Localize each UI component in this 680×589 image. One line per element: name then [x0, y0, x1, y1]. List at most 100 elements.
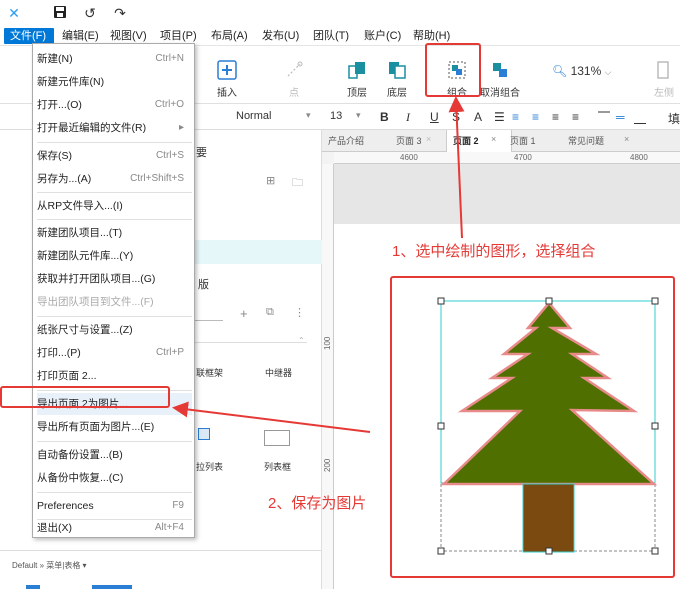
- zoom-value: 131%: [570, 64, 602, 78]
- more-icon[interactable]: ⋮: [294, 306, 305, 319]
- menu-help[interactable]: 帮助(H): [413, 28, 450, 44]
- menu-item-recent[interactable]: 打开最近编辑的文件(R) ▸: [37, 117, 192, 139]
- align-left-button[interactable]: 左侧: [652, 60, 676, 99]
- zoom-control[interactable]: 🔍︎ 131% ⌵: [552, 64, 611, 78]
- menu-item-page-setup[interactable]: 纸张尺寸与设置...(Z): [37, 319, 192, 341]
- selected-page-row[interactable]: [195, 240, 322, 264]
- ruler-tick-label: 4700: [514, 153, 532, 162]
- close-icon[interactable]: ×: [426, 134, 431, 144]
- menu-layout[interactable]: 布局(A): [211, 28, 248, 44]
- footer-indicator: [26, 585, 40, 589]
- menu-file[interactable]: 文件(F): [4, 28, 54, 44]
- menu-item-new-team-project[interactable]: 新建团队项目...(T): [37, 222, 192, 244]
- dropdown-widget-icon: [198, 428, 210, 440]
- folder-icon[interactable]: 🗀: [292, 174, 303, 193]
- page-tabs: 产品介绍 页面 3 × 页面 2 × 页面 1 常见问题 ×: [322, 130, 680, 152]
- valign-bottom-icon[interactable]: ⎽: [634, 110, 646, 125]
- menu-item-print[interactable]: 打印...(P) Ctrl+P: [37, 342, 192, 364]
- menu-item-label: 新建元件库(N): [37, 76, 105, 88]
- menu-separator: [37, 192, 192, 193]
- duplicate-icon[interactable]: ⧉: [266, 306, 274, 319]
- menu-item-shortcut: Ctrl+Shift+S: [130, 173, 184, 184]
- widget-droplist[interactable]: 拉列表: [196, 460, 223, 473]
- valign-middle-icon[interactable]: ═: [616, 110, 625, 124]
- menu-item-new-library[interactable]: 新建元件库(N): [37, 71, 192, 93]
- italic-button[interactable]: I: [406, 110, 410, 125]
- tab-faq[interactable]: 常见问题: [568, 134, 604, 147]
- tab-page-1[interactable]: 页面 1: [510, 134, 536, 147]
- menu-item-exit[interactable]: 退出(X) Alt+F4: [37, 517, 192, 539]
- font-size-select[interactable]: 13: [330, 110, 342, 122]
- widget-inline-frame[interactable]: 联框架: [196, 366, 223, 379]
- library-title: 版: [198, 279, 209, 291]
- widget-listbox[interactable]: 列表框: [264, 460, 291, 473]
- horizontal-ruler: 4600 4700 4800: [334, 152, 680, 164]
- tab-page-3[interactable]: 页面 3: [396, 134, 422, 147]
- file-menu-dropdown: 新建(N) Ctrl+N 新建元件库(N) 打开...(O) Ctrl+O 打开最近…: [32, 43, 195, 538]
- strikethrough-button[interactable]: S: [452, 110, 460, 124]
- insert-button[interactable]: 插入: [212, 60, 242, 99]
- menu-item-new[interactable]: 新建(N) Ctrl+N: [37, 48, 192, 70]
- library-footer[interactable]: Default » 菜单|表格 ▾: [12, 560, 87, 571]
- align-center-text-icon[interactable]: ≡: [532, 110, 539, 124]
- bold-button[interactable]: B: [380, 110, 389, 124]
- send-to-back-icon: [389, 62, 406, 79]
- menu-item-import-rp[interactable]: 从RP文件导入...(I): [37, 195, 192, 217]
- footer-indicator: [92, 585, 132, 589]
- menu-item-export-all-images[interactable]: 导出所有页面为图片...(E): [37, 416, 192, 438]
- widget-repeater[interactable]: 中继器: [265, 366, 292, 379]
- menu-item-restore-backup[interactable]: 从备份中恢复...(C): [37, 467, 192, 489]
- style-select[interactable]: Normal: [236, 110, 271, 122]
- menu-item-export-team-project: 导出团队项目到文件...(F): [37, 291, 192, 313]
- close-icon[interactable]: ×: [491, 134, 496, 144]
- undo-icon[interactable]: ↺: [82, 5, 98, 21]
- menu-item-save-as[interactable]: 另存为...(A) Ctrl+Shift+S: [37, 168, 192, 190]
- menu-item-label: 打开最近编辑的文件(R): [37, 122, 147, 134]
- chevron-down-icon: ▾: [306, 110, 311, 120]
- menu-item-save[interactable]: 保存(S) Ctrl+S: [37, 145, 192, 167]
- valign-top-icon[interactable]: ⎺: [598, 110, 610, 125]
- add-page-icon[interactable]: ⊞: [266, 174, 275, 187]
- annotation-step-2: 2、保存为图片: [268, 495, 367, 512]
- menu-project[interactable]: 项目(P): [160, 28, 197, 44]
- menu-item-backup-settings[interactable]: 自动备份设置...(B): [37, 444, 192, 466]
- menu-separator: [37, 441, 192, 442]
- menu-separator: [37, 219, 192, 220]
- menu-item-preferences[interactable]: Preferences F9: [37, 495, 192, 517]
- menu-item-print-page-2[interactable]: 打印页面 2...: [37, 365, 192, 387]
- save-icon[interactable]: [52, 5, 68, 21]
- tab-product[interactable]: 产品介绍: [328, 134, 364, 147]
- add-icon[interactable]: +: [240, 306, 248, 321]
- underline-button[interactable]: U: [430, 110, 439, 124]
- font-color-button[interactable]: A: [474, 110, 482, 124]
- menu-view[interactable]: 视图(V): [110, 28, 147, 44]
- menu-item-shortcut: Ctrl+O: [154, 99, 184, 110]
- menu-edit[interactable]: 编辑(E): [62, 28, 99, 44]
- menu-item-open[interactable]: 打开...(O) Ctrl+O: [37, 94, 192, 116]
- highlight-group-button: [425, 43, 481, 97]
- align-right-text-icon[interactable]: ≡: [552, 110, 559, 124]
- point-icon: [287, 61, 303, 77]
- redo-icon[interactable]: ↷: [112, 5, 128, 21]
- menu-publish[interactable]: 发布(U): [262, 28, 299, 44]
- menu-item-shortcut: Alt+F4: [154, 522, 184, 533]
- ungroup-button[interactable]: 取消组合: [478, 60, 522, 99]
- ruler-tick-label: 200: [323, 458, 332, 472]
- menu-item-label: 纸张尺寸与设置...(Z): [37, 324, 133, 336]
- chevron-down-icon: ▾: [356, 110, 361, 120]
- justify-text-icon[interactable]: ≡: [572, 110, 579, 124]
- text-list-icon[interactable]: ☰: [494, 110, 505, 124]
- top-layer-button[interactable]: 顶层: [342, 60, 372, 99]
- tab-page-2-active[interactable]: 页面 2 ×: [446, 130, 512, 152]
- menu-account[interactable]: 账户(C): [364, 28, 401, 44]
- menu-item-label: 获取并打开团队项目...(G): [37, 273, 156, 285]
- menu-item-get-team-project[interactable]: 获取并打开团队项目...(G): [37, 268, 192, 290]
- align-left-text-icon[interactable]: ≡: [512, 110, 519, 124]
- point-button[interactable]: 点: [282, 60, 306, 99]
- menu-item-label: 从备份中恢复...(C): [37, 472, 124, 484]
- align-left-icon: [657, 61, 669, 79]
- close-icon[interactable]: ×: [624, 134, 629, 144]
- menu-item-new-team-library[interactable]: 新建团队元件库...(Y): [37, 245, 192, 267]
- bottom-layer-button[interactable]: 底层: [382, 60, 412, 99]
- menu-team[interactable]: 团队(T): [313, 28, 349, 44]
